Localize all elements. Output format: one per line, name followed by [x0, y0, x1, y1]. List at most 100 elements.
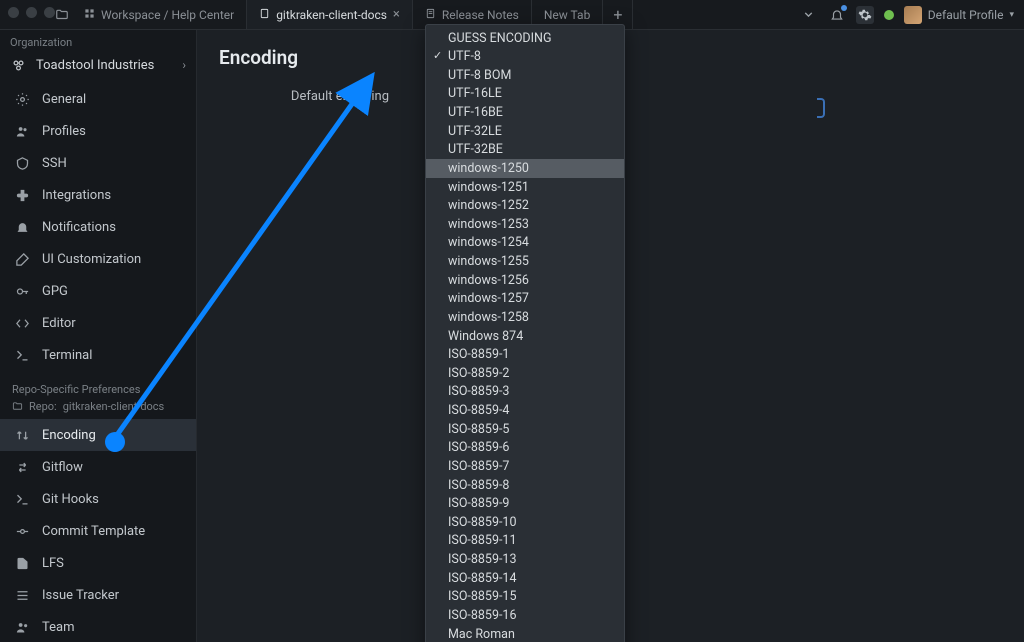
repo-indicator: Repo: gitkraken-client-docs — [0, 400, 196, 419]
encoding-option[interactable]: Windows 874 — [426, 327, 624, 346]
sidebar-item-gpg[interactable]: GPG — [0, 275, 196, 307]
encoding-option[interactable]: windows-1250 — [426, 159, 624, 178]
close-icon[interactable]: × — [393, 7, 400, 22]
sidebar-item-encoding[interactable]: Encoding — [0, 419, 196, 451]
encoding-option[interactable]: UTF-32BE — [426, 141, 624, 160]
org-icon — [10, 57, 26, 73]
encoding-option[interactable]: windows-1251 — [426, 178, 624, 197]
team-icon — [14, 619, 30, 635]
encoding-icon — [14, 427, 30, 443]
encoding-option[interactable]: UTF-16BE — [426, 104, 624, 123]
tabbar-right: Default Profile ▾ — [800, 0, 1024, 29]
repo-icon — [259, 8, 270, 22]
avatar — [904, 6, 922, 24]
encoding-option[interactable]: ISO-8859-5 — [426, 420, 624, 439]
org-section-label: Organization — [0, 30, 196, 51]
encoding-option[interactable]: ISO-8859-1 — [426, 346, 624, 365]
encoding-dropdown[interactable]: GUESS ENCODINGUTF-8UTF-8 BOMUTF-16LEUTF-… — [425, 24, 625, 642]
encoding-option[interactable]: ISO-8859-10 — [426, 513, 624, 532]
lfs-icon — [14, 555, 30, 571]
encoding-option[interactable]: UTF-8 BOM — [426, 66, 624, 85]
repo-prefix: Repo: — [29, 400, 57, 413]
encoding-option[interactable]: ISO-8859-16 — [426, 606, 624, 625]
sidebar-item-issue-tracker[interactable]: Issue Tracker — [0, 579, 196, 611]
repo-name: gitkraken-client-docs — [63, 400, 165, 413]
folder-icon[interactable] — [52, 0, 72, 29]
encoding-option[interactable]: ISO-8859-13 — [426, 551, 624, 570]
encoding-option[interactable]: ISO-8859-15 — [426, 588, 624, 607]
ssh-icon — [14, 155, 30, 171]
sidebar-item-notifications[interactable]: Notifications — [0, 211, 196, 243]
encoding-option[interactable]: ISO-8859-7 — [426, 457, 624, 476]
git-hooks-icon — [14, 491, 30, 507]
sidebar-item-label: LFS — [42, 556, 64, 571]
dropdown-focus-edge — [817, 98, 825, 118]
sidebar-item-label: GPG — [42, 284, 68, 299]
default-encoding-label: Default encoding — [219, 87, 389, 104]
encoding-option[interactable]: GUESS ENCODING — [426, 29, 624, 48]
tab-workspace[interactable]: Workspace / Help Center — [72, 0, 247, 29]
tab-label: New Tab — [544, 8, 590, 22]
encoding-option[interactable]: ISO-8859-4 — [426, 402, 624, 421]
encoding-option[interactable]: ISO-8859-9 — [426, 495, 624, 514]
encoding-option[interactable]: windows-1255 — [426, 253, 624, 272]
sidebar-item-git-hooks[interactable]: Git Hooks — [0, 483, 196, 515]
sidebar-item-label: Issue Tracker — [42, 588, 119, 603]
encoding-option[interactable]: ISO-8859-8 — [426, 476, 624, 495]
encoding-option[interactable]: windows-1253 — [426, 215, 624, 234]
sidebar-item-label: Notifications — [42, 220, 116, 235]
sidebar-item-editor[interactable]: Editor — [0, 307, 196, 339]
sidebar-item-terminal[interactable]: Terminal — [0, 339, 196, 371]
sidebar-item-general[interactable]: General — [0, 83, 196, 115]
notifications-icon — [14, 219, 30, 235]
profiles-icon — [14, 123, 30, 139]
encoding-option[interactable]: Mac Roman — [426, 625, 624, 642]
encoding-option[interactable]: windows-1257 — [426, 290, 624, 309]
encoding-option[interactable]: windows-1256 — [426, 271, 624, 290]
encoding-option[interactable]: ISO-8859-11 — [426, 532, 624, 551]
tab-label: Workspace / Help Center — [101, 8, 234, 22]
sidebar-item-ui-customization[interactable]: UI Customization — [0, 243, 196, 275]
encoding-option[interactable]: UTF-8 — [426, 48, 624, 67]
ui-customization-icon — [14, 251, 30, 267]
org-name: Toadstool Industries — [36, 58, 172, 73]
bell-icon[interactable] — [828, 6, 846, 24]
profile-label: Default Profile — [928, 8, 1004, 22]
encoding-option[interactable]: windows-1252 — [426, 197, 624, 216]
sidebar-item-integrations[interactable]: Integrations — [0, 179, 196, 211]
sidebar-item-label: Team — [42, 620, 75, 635]
org-selector[interactable]: Toadstool Industries › — [0, 51, 196, 83]
chevron-down-icon[interactable] — [800, 6, 818, 24]
commit-template-icon — [14, 523, 30, 539]
issue-tracker-icon — [14, 587, 30, 603]
tab-label: Release Notes — [442, 8, 519, 22]
zoom-window-dot[interactable] — [44, 7, 55, 18]
sidebar-item-profiles[interactable]: Profiles — [0, 115, 196, 147]
encoding-option[interactable]: windows-1254 — [426, 234, 624, 253]
encoding-option[interactable]: ISO-8859-6 — [426, 439, 624, 458]
notification-dot — [841, 5, 847, 11]
encoding-option[interactable]: windows-1258 — [426, 308, 624, 327]
sidebar: Organization Toadstool Industries › Gene… — [0, 30, 197, 642]
close-window-dot[interactable] — [8, 7, 19, 18]
chevron-right-icon: › — [182, 58, 186, 72]
sidebar-item-team[interactable]: Team — [0, 611, 196, 642]
encoding-option[interactable]: ISO-8859-14 — [426, 569, 624, 588]
sidebar-item-label: Terminal — [42, 348, 92, 363]
sidebar-item-lfs[interactable]: LFS — [0, 547, 196, 579]
gear-icon[interactable] — [856, 6, 874, 24]
sidebar-item-ssh[interactable]: SSH — [0, 147, 196, 179]
encoding-option[interactable]: UTF-32LE — [426, 122, 624, 141]
sidebar-item-label: Profiles — [42, 124, 86, 139]
profile-menu[interactable]: Default Profile ▾ — [904, 6, 1014, 24]
encoding-option[interactable]: UTF-16LE — [426, 85, 624, 104]
repo-preferences-header: Repo-Specific Preferences — [0, 371, 196, 400]
minimize-window-dot[interactable] — [26, 7, 37, 18]
encoding-option[interactable]: ISO-8859-3 — [426, 383, 624, 402]
sidebar-item-label: Commit Template — [42, 524, 145, 539]
sidebar-item-gitflow[interactable]: Gitflow — [0, 451, 196, 483]
sidebar-item-commit-template[interactable]: Commit Template — [0, 515, 196, 547]
encoding-option[interactable]: ISO-8859-2 — [426, 364, 624, 383]
tab-repo-active[interactable]: gitkraken-client-docs × — [247, 0, 413, 29]
sidebar-item-label: UI Customization — [42, 252, 141, 267]
